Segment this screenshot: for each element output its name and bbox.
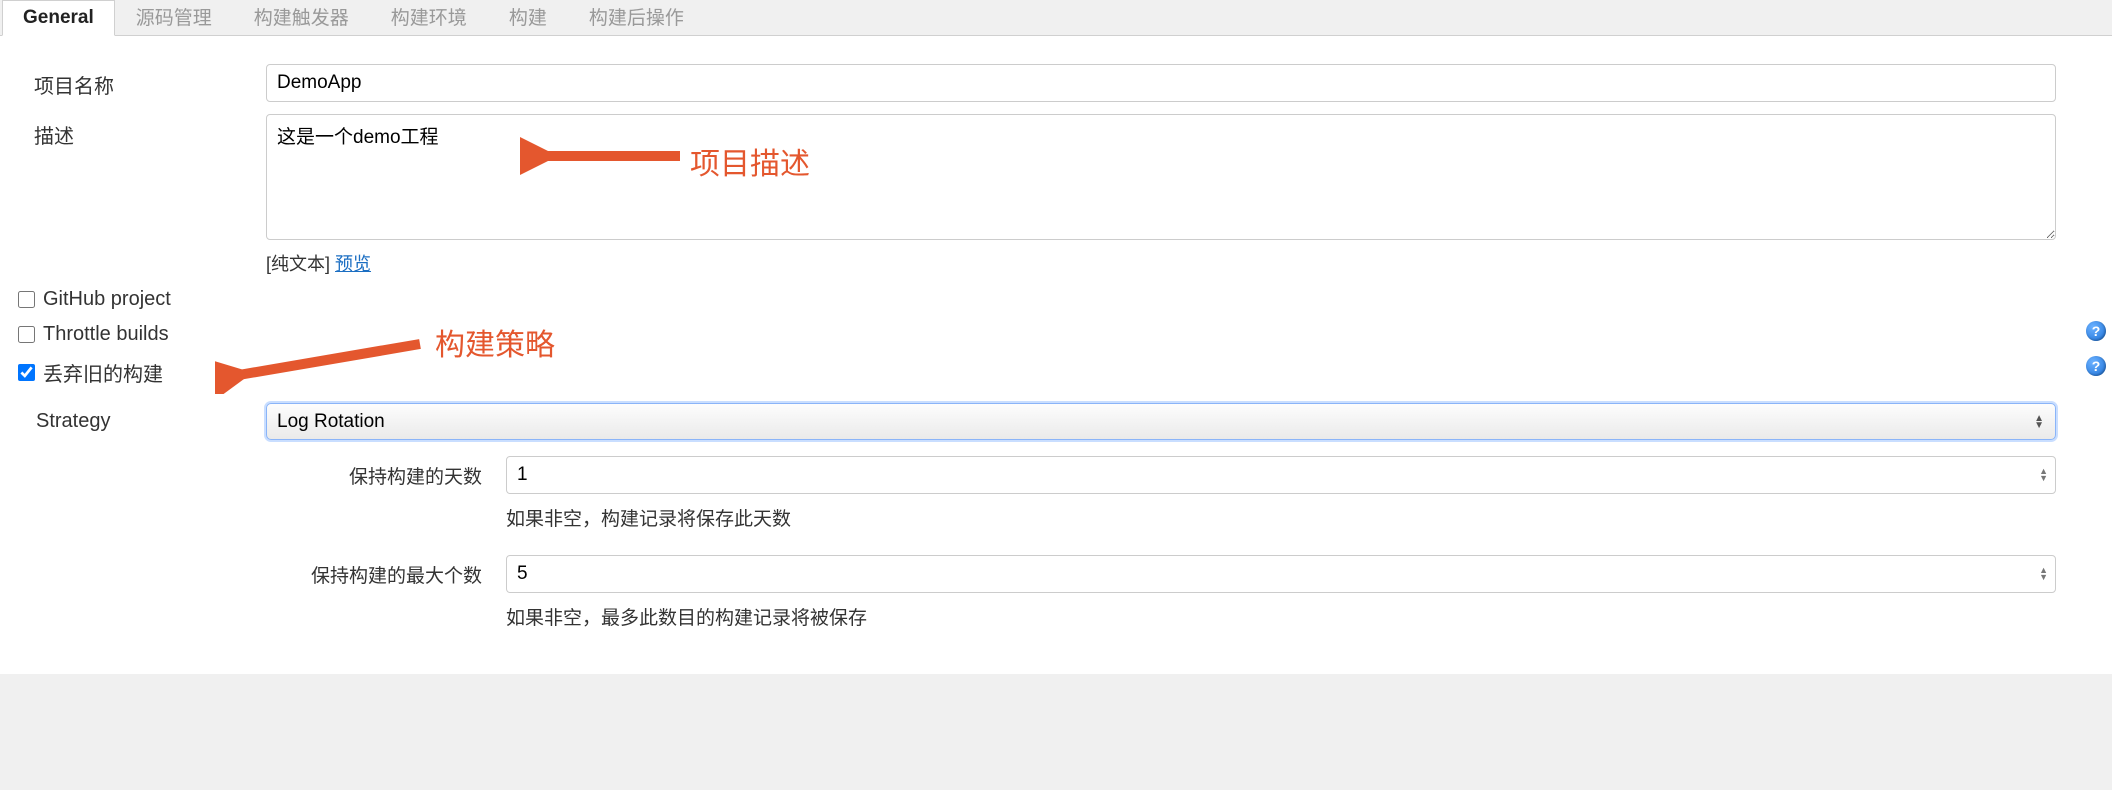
tab-general[interactable]: General	[2, 0, 115, 36]
row-description: 描述 这是一个demo工程 [纯文本] 预览	[0, 108, 2112, 282]
row-project-name: 项目名称	[0, 58, 2112, 108]
github-project-label: GitHub project	[43, 288, 171, 311]
desc-preview-link[interactable]: 预览	[335, 254, 371, 274]
throttle-builds-label: Throttle builds	[43, 323, 169, 346]
strategy-select[interactable]: Log Rotation	[266, 403, 2056, 440]
tab-triggers[interactable]: 构建触发器	[233, 0, 370, 36]
tab-build[interactable]: 构建	[488, 0, 568, 36]
max-builds-help: 如果非空，最多此数目的构建记录将被保存	[16, 593, 2096, 644]
project-name-input[interactable]	[266, 64, 2056, 102]
form-body: 项目名称 描述 这是一个demo工程 [纯文本] 预览 GitHub proje…	[0, 36, 2112, 674]
label-days-to-keep: 保持构建的天数	[16, 462, 506, 489]
discard-old-builds-checkbox[interactable]	[18, 364, 35, 381]
max-builds-input[interactable]	[506, 555, 2056, 593]
throttle-builds-checkbox[interactable]	[18, 326, 35, 343]
help-icon[interactable]: ?	[2086, 356, 2106, 376]
label-project-name: 项目名称	[16, 64, 266, 99]
desc-mode-plain: [纯文本]	[266, 254, 335, 274]
label-strategy: Strategy	[16, 410, 266, 433]
help-icon[interactable]: ?	[2086, 321, 2106, 341]
discard-old-builds-label: 丢弃旧的构建	[43, 358, 163, 387]
row-throttle-builds: Throttle builds ?	[0, 317, 2112, 352]
description-mode-footer: [纯文本] 预览	[266, 250, 2056, 276]
config-tabbar: General 源码管理 构建触发器 构建环境 构建 构建后操作	[0, 0, 2112, 36]
tab-post-build[interactable]: 构建后操作	[568, 0, 705, 36]
row-discard-old-builds: 丢弃旧的构建 ?	[0, 352, 2112, 393]
days-to-keep-help: 如果非空，构建记录将保存此天数	[16, 494, 2096, 545]
discard-strategy-block: Strategy Log Rotation ▲▼ 保持构建的天数 ▲▼ 如果非空…	[0, 393, 2112, 644]
label-description: 描述	[16, 114, 266, 149]
row-github-project: GitHub project	[0, 282, 2112, 317]
github-project-checkbox[interactable]	[18, 291, 35, 308]
description-textarea[interactable]: 这是一个demo工程	[266, 114, 2056, 240]
tab-build-env[interactable]: 构建环境	[370, 0, 488, 36]
days-to-keep-input[interactable]	[506, 456, 2056, 494]
label-max-builds: 保持构建的最大个数	[16, 561, 506, 588]
tab-scm[interactable]: 源码管理	[115, 0, 233, 36]
